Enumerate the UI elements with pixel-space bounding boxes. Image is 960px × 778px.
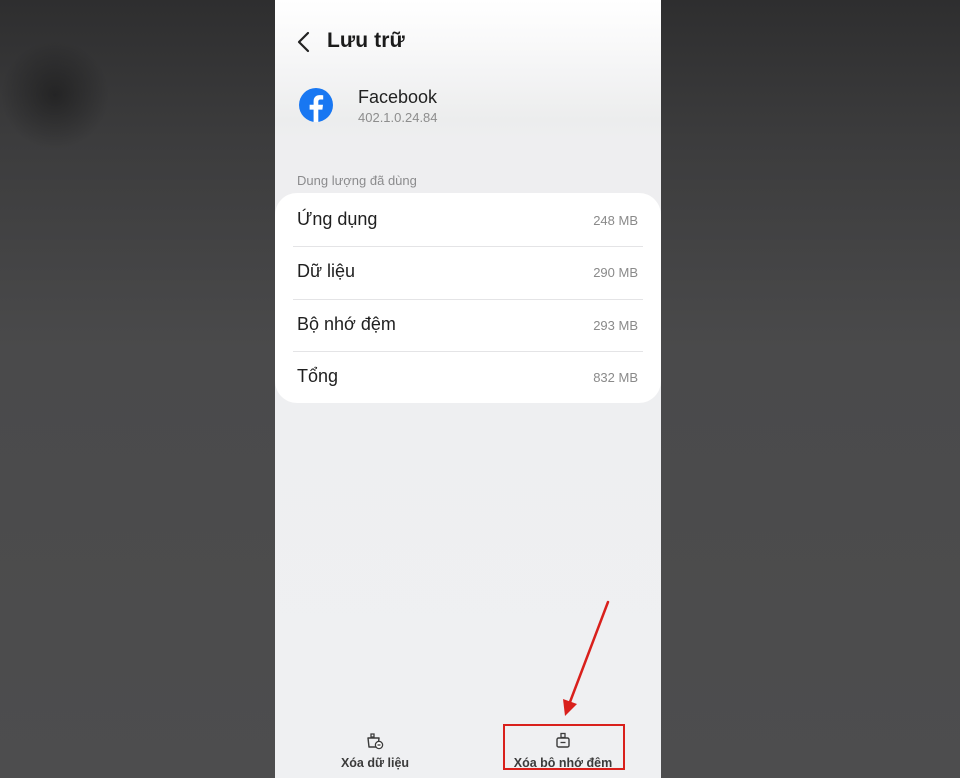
- background-shadow: [0, 40, 110, 150]
- annotation-arrow-icon: [563, 600, 610, 716]
- chevron-left-icon: [297, 31, 310, 53]
- page-title: Lưu trữ: [327, 29, 405, 52]
- storage-row-value: 832 MB: [593, 370, 638, 385]
- annotation-highlight-box: [503, 724, 625, 770]
- header: Lưu trữ: [275, 0, 661, 84]
- back-button[interactable]: [293, 28, 317, 56]
- storage-row-data: Dữ liệu 290 MB: [293, 246, 643, 298]
- app-version: 402.1.0.24.84: [358, 110, 438, 125]
- storage-row-label: Bộ nhớ đệm: [297, 314, 396, 334]
- storage-row-label: Tổng: [297, 366, 339, 386]
- storage-row-label: Dữ liệu: [297, 261, 356, 281]
- app-name: Facebook: [358, 87, 438, 107]
- facebook-logo-icon: [299, 88, 333, 122]
- storage-row-value: 290 MB: [593, 265, 638, 280]
- storage-row-value: 293 MB: [593, 318, 638, 333]
- storage-card: Ứng dụng 248 MB Dữ liệu 290 MB Bộ nhớ đệ…: [275, 193, 661, 403]
- section-label-storage-used: Dung lượng đã dùng: [297, 173, 417, 188]
- clear-data-label: Xóa dữ liệu: [340, 756, 410, 770]
- storage-row-total: Tổng 832 MB: [293, 351, 643, 403]
- clear-data-button[interactable]: Xóa dữ liệu: [330, 731, 420, 770]
- storage-row-cache: Bộ nhớ đệm 293 MB: [293, 299, 643, 351]
- storage-row-app: Ứng dụng 248 MB: [293, 194, 643, 246]
- clear-data-icon: [367, 733, 384, 750]
- storage-row-label: Ứng dụng: [297, 209, 378, 229]
- storage-row-value: 248 MB: [593, 213, 638, 228]
